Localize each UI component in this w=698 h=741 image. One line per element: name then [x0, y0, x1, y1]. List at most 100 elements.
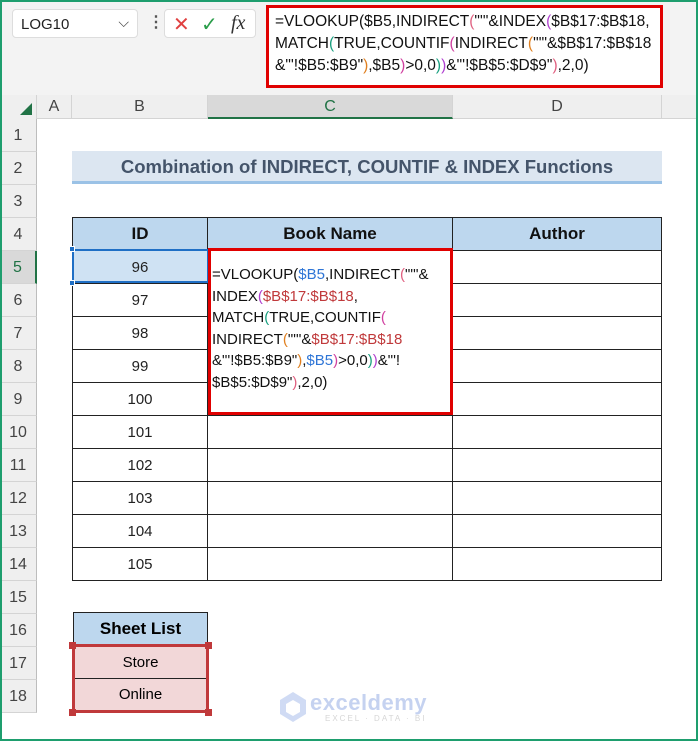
formula-line: &"'!$B5:$B9"),$B5)>0,0))&"'! [212, 350, 450, 372]
row-header-13[interactable]: 13 [0, 515, 37, 548]
author-cell[interactable] [452, 514, 662, 548]
sheet-list-item[interactable]: Store [72, 644, 209, 679]
cell-c5-formula-editing[interactable]: =VLOOKUP( $B5 ,INDIRECT ( "'"& INDEX($B$17:$B… [208, 248, 453, 415]
formula-token: $B$17:$B$18, [551, 13, 650, 30]
author-cell[interactable] [452, 349, 662, 383]
column-header-d[interactable]: D [453, 95, 662, 119]
formula-token: , [353, 287, 358, 305]
range-handle[interactable] [69, 642, 76, 649]
range-handle[interactable] [205, 642, 212, 649]
formula-token: ,2,0) [297, 373, 328, 391]
row-header-17[interactable]: 17 [0, 647, 37, 680]
formula-bar-input[interactable]: =VLOOKUP($B5,INDIRECT("'"&INDEX($B$17:$B… [266, 5, 663, 88]
row-header-6[interactable]: 6 [0, 284, 37, 317]
row-header-14[interactable]: 14 [0, 548, 37, 581]
row-header-10[interactable]: 10 [0, 416, 37, 449]
chevron-down-icon[interactable]: ⌵ [118, 14, 129, 31]
table-row: 105 [72, 547, 662, 581]
row-header-7[interactable]: 7 [0, 317, 37, 350]
more-options-icon[interactable]: ⋮ [148, 12, 164, 32]
id-cell[interactable]: 102 [72, 448, 208, 482]
book-name-cell[interactable] [207, 481, 453, 515]
table-row: 101 [72, 415, 662, 449]
row-header-16[interactable]: 16 [0, 614, 37, 647]
row-header-3[interactable]: 3 [0, 185, 37, 218]
table-row: 102 [72, 448, 662, 482]
row-header-4[interactable]: 4 [0, 218, 37, 251]
formula-line: $B$5:$D$9"),2,0) [212, 372, 450, 394]
column-header-a[interactable]: A [37, 95, 72, 119]
row-header-15[interactable]: 15 [0, 581, 37, 614]
id-cell[interactable]: 105 [72, 547, 208, 581]
row-header-1[interactable]: 1 [0, 119, 37, 152]
row-header-12[interactable]: 12 [0, 482, 37, 515]
row-header-5[interactable]: 5 [0, 251, 37, 284]
column-header-e[interactable] [662, 95, 698, 119]
formula-token: $B5 [306, 352, 334, 369]
range-handle[interactable] [69, 709, 76, 716]
cancel-icon[interactable]: ✕ [173, 12, 190, 37]
id-cell[interactable]: 103 [72, 481, 208, 515]
formula-token: &"'!$B$5:$D$9" [446, 57, 553, 74]
name-box-value: LOG10 [21, 16, 70, 33]
formula-token: ,INDIRECT [324, 266, 400, 283]
formula-token: $B$17:$B$18 [311, 330, 403, 348]
row-header-8[interactable]: 8 [0, 350, 37, 383]
formula-line: INDIRECT("'"&$B$17:$B$18 [212, 329, 450, 351]
formula-token: MATCH [212, 309, 265, 326]
row-header-2[interactable]: 2 [0, 152, 37, 185]
select-all-button[interactable] [0, 95, 37, 119]
formula-token: INDIRECT [454, 35, 528, 52]
book-name-cell[interactable] [207, 514, 453, 548]
column-header-b[interactable]: B [72, 95, 208, 119]
enter-check-icon[interactable]: ✓ [201, 12, 218, 37]
formula-token: INDEX [212, 287, 258, 305]
book-name-cell[interactable] [207, 415, 453, 449]
row-header-18[interactable]: 18 [0, 680, 37, 713]
row-header-9[interactable]: 9 [0, 383, 37, 416]
book-name-cell[interactable] [207, 547, 453, 581]
formula-token: TRUE,COUNTIF [334, 35, 450, 52]
author-cell[interactable] [452, 382, 662, 416]
formula-token: =VLOOKUP( [212, 266, 299, 283]
formula-token: &"'!$B5:$B9" [212, 352, 298, 369]
insert-function-icon[interactable]: fx [231, 12, 245, 35]
author-cell[interactable] [452, 415, 662, 449]
author-cell[interactable] [452, 547, 662, 581]
formula-token: ( [380, 309, 386, 326]
header-book-name: Book Name [207, 217, 453, 251]
selection-handle[interactable] [69, 280, 75, 286]
id-cell[interactable]: 104 [72, 514, 208, 548]
row-header-11[interactable]: 11 [0, 449, 37, 482]
author-cell[interactable] [452, 316, 662, 350]
sheet-list-item[interactable]: Online [72, 678, 209, 713]
formula-line: INDEX($B$17:$B$18, [212, 286, 450, 308]
active-cell-selection [72, 249, 209, 283]
sheet-list-header: Sheet List [73, 612, 208, 646]
watermark-tagline: EXCEL · DATA · BI [325, 714, 427, 723]
selection-handle[interactable] [69, 246, 75, 252]
range-handle[interactable] [205, 709, 212, 716]
column-header-c[interactable]: C [208, 95, 453, 119]
sheet-title: Combination of INDIRECT, COUNTIF & INDEX… [72, 151, 662, 184]
id-cell[interactable]: 101 [72, 415, 208, 449]
book-name-cell[interactable] [207, 448, 453, 482]
id-cell[interactable]: 97 [72, 283, 208, 317]
formula-token: &"'!$B5:$B9" [275, 57, 364, 74]
author-cell[interactable] [452, 481, 662, 515]
author-cell[interactable] [452, 283, 662, 317]
formula-line: MATCH(TRUE,COUNTIF( [212, 307, 450, 329]
formula-token: TRUE,COUNTIF [269, 309, 381, 326]
formula-token: "'"& [287, 330, 312, 348]
header-author: Author [452, 217, 662, 251]
author-cell[interactable] [452, 250, 662, 284]
sheet-list-table: Sheet List Store Online [72, 612, 209, 713]
id-cell[interactable]: 99 [72, 349, 208, 383]
formula-token: &"'! [377, 352, 401, 369]
formula-token: $B$5:$D$9" [212, 373, 293, 391]
id-cell[interactable]: 100 [72, 382, 208, 416]
name-box[interactable]: LOG10 ⌵ [12, 9, 138, 38]
id-cell[interactable]: 98 [72, 316, 208, 350]
formula-token: ,2,0) [557, 57, 589, 74]
author-cell[interactable] [452, 448, 662, 482]
